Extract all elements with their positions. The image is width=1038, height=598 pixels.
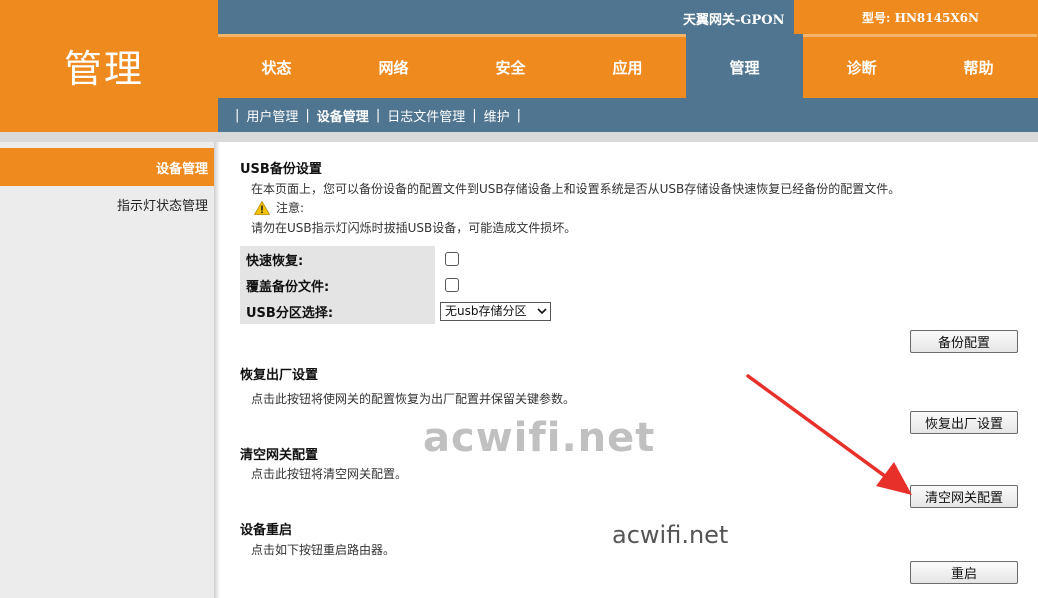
clear-config-description: 点击此按钮将清空网关配置。 <box>251 467 408 481</box>
usb-backup-description: 在本页面上，您可以备份设备的配置文件到USB存储设备上和设置系统是否从USB存储… <box>251 182 901 196</box>
fast-restore-label: 快速恢复: <box>246 254 304 269</box>
model-label: 型号: HN8145X6N <box>862 11 979 25</box>
sidebar-item-device-management[interactable]: 设备管理 <box>156 158 208 177</box>
subnav-user-management[interactable]: 用户管理 <box>246 106 298 125</box>
factory-reset-button[interactable]: 恢复出厂设置 <box>910 411 1018 434</box>
clear-config-title: 清空网关配置 <box>240 448 319 463</box>
factory-reset-description: 点击此按钮将使网关的配置恢复为出厂配置并保留关键参数。 <box>251 392 576 406</box>
reboot-title: 设备重启 <box>240 523 293 538</box>
sidebar: 设备管理 指示灯状态管理 <box>0 142 218 598</box>
product-name: 天翼网关-GPON <box>683 13 785 28</box>
clear-config-button[interactable]: 清空网关配置 <box>910 485 1018 508</box>
usb-backup-title: USB备份设置 <box>240 162 322 177</box>
divider: | <box>235 107 240 123</box>
subnav-device-management[interactable]: 设备管理 <box>317 106 369 125</box>
divider: | <box>375 107 381 123</box>
tab-application[interactable]: 应用 <box>569 34 686 98</box>
divider: | <box>472 107 477 123</box>
divider: | <box>305 107 310 123</box>
tab-network[interactable]: 网络 <box>335 34 452 98</box>
warning-label: 注意: <box>276 201 305 215</box>
factory-reset-title: 恢复出厂设置 <box>240 368 319 383</box>
fast-restore-checkbox[interactable] <box>445 252 459 266</box>
overwrite-backup-checkbox[interactable] <box>445 278 459 292</box>
backup-config-button[interactable]: 备份配置 <box>910 330 1018 353</box>
usb-partition-select[interactable]: 无usb存储分区 <box>440 302 551 321</box>
model-box: 型号: HN8145X6N <box>794 0 1038 34</box>
chevron-down-icon <box>537 308 547 315</box>
sub-nav: | 用户管理 | 设备管理 | 日志文件管理 | 维护 | <box>218 98 1038 132</box>
warning-note: 注意: <box>254 199 304 216</box>
warning-text: 请勿在USB指示灯闪烁时拔插USB设备，可能造成文件损坏。 <box>251 221 577 235</box>
tab-security[interactable]: 安全 <box>452 34 569 98</box>
main-nav: 状态 网络 安全 应用 管理 诊断 帮助 <box>218 34 1038 98</box>
tab-management[interactable]: 管理 <box>686 34 803 98</box>
reboot-button[interactable]: 重启 <box>910 561 1018 584</box>
subnav-maintenance[interactable]: 维护 <box>484 106 510 125</box>
overwrite-backup-label: 覆盖备份文件: <box>246 280 330 295</box>
brand-block: 管理 <box>0 0 218 132</box>
header-divider-strip <box>0 132 1038 142</box>
reboot-description: 点击如下按钮重启路由器。 <box>251 543 396 557</box>
warning-icon <box>254 200 270 215</box>
sidebar-item-indicator-management[interactable]: 指示灯状态管理 <box>117 195 208 214</box>
tab-help[interactable]: 帮助 <box>920 34 1037 98</box>
subnav-log-file-management[interactable]: 日志文件管理 <box>387 106 465 125</box>
main-content: USB备份设置 在本页面上，您可以备份设备的配置文件到USB存储设备上和设置系统… <box>220 142 1038 598</box>
divider: | <box>516 107 522 123</box>
usb-partition-label: USB分区选择: <box>246 306 334 321</box>
info-bar: 天翼网关-GPON 型号: HN8145X6N <box>218 0 1038 34</box>
page-section-title: 管理 <box>64 47 145 91</box>
tab-diagnostics[interactable]: 诊断 <box>803 34 920 98</box>
usb-partition-selected-value: 无usb存储分区 <box>445 304 527 318</box>
tab-status[interactable]: 状态 <box>218 34 335 98</box>
